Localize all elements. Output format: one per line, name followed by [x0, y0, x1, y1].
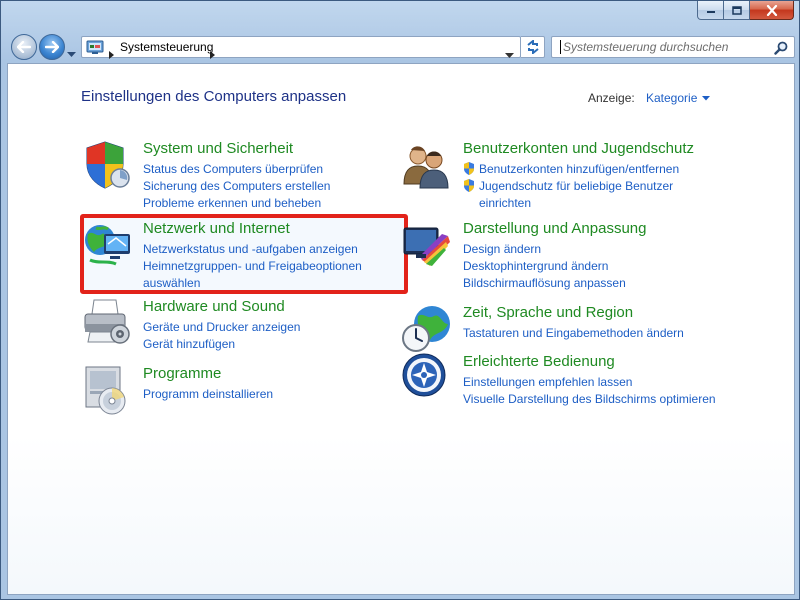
category-links: Geräte und Drucker anzeigen Gerät hinzuf…: [143, 319, 300, 353]
close-button[interactable]: [750, 1, 794, 20]
category-title[interactable]: Zeit, Sprache und Region: [463, 304, 633, 321]
recent-pages-dropdown[interactable]: [67, 43, 76, 62]
view-mode-value[interactable]: Kategorie: [646, 91, 697, 105]
category-clock-language-region: Zeit, Sprache und Region Tastaturen und …: [402, 304, 782, 354]
category-title[interactable]: System und Sicherheit: [143, 140, 293, 157]
breadcrumb-separator-icon[interactable]: [109, 44, 114, 63]
category-links: Einstellungen empfehlen lassen Visuelle …: [463, 374, 716, 408]
category-user-accounts: Benutzerkonten und Jugendschutz Benutzer…: [402, 140, 782, 210]
network-globe-icon: [82, 220, 132, 270]
task-link[interactable]: Desktophintergrund ändern: [463, 258, 626, 275]
search-input[interactable]: Systemsteuerung durchsuchen: [560, 40, 728, 54]
breadcrumb-control-panel[interactable]: Systemsteuerung: [120, 40, 213, 54]
task-link[interactable]: Jugendschutz für beliebige Benutzer: [463, 178, 679, 195]
task-link[interactable]: Einstellungen empfehlen lassen: [463, 374, 716, 391]
close-icon: [766, 4, 777, 16]
address-history-dropdown[interactable]: [505, 44, 514, 63]
category-hardware-sound: Hardware und Sound Geräte und Drucker an…: [82, 298, 402, 358]
arrow-left-icon: [17, 41, 31, 53]
control-panel-window: Systemsteuerung Systemsteuerung durchsuc…: [0, 0, 800, 600]
task-link[interactable]: Geräte und Drucker anzeigen: [143, 319, 300, 336]
task-link[interactable]: Sicherung des Computers erstellen: [143, 178, 330, 195]
navigation-bar: Systemsteuerung Systemsteuerung durchsuc…: [7, 31, 795, 61]
task-link[interactable]: Bildschirmauflösung anpassen: [463, 275, 626, 292]
display-color-icon: [402, 220, 452, 270]
breadcrumb-separator-icon[interactable]: [210, 44, 215, 63]
category-ease-of-access: Erleichterte Bedienung Einstellungen emp…: [402, 353, 782, 406]
task-link[interactable]: auswählen: [143, 275, 362, 292]
task-link[interactable]: Probleme erkennen und beheben: [143, 195, 330, 212]
control-panel-icon: [86, 39, 104, 59]
task-link[interactable]: Programm deinstallieren: [143, 386, 273, 403]
shield-icon: [82, 140, 132, 190]
category-programs: Programme Programm deinstallieren: [82, 365, 402, 415]
content-pane: Einstellungen des Computers anpassen Anz…: [7, 63, 795, 595]
uac-shield-icon: [464, 179, 474, 192]
refresh-icon: [526, 40, 539, 54]
uac-shield-icon: [464, 162, 474, 175]
view-label: Anzeige:: [588, 91, 635, 105]
category-links: Status des Computers überprüfen Sicherun…: [143, 161, 330, 212]
address-bar[interactable]: Systemsteuerung: [81, 36, 521, 59]
category-title[interactable]: Programme: [143, 365, 221, 382]
category-network-internet: Netzwerk und Internet Netzwerkstatus und…: [82, 220, 402, 290]
chevron-down-icon: [505, 53, 514, 58]
view-mode-dropdown[interactable]: Kategorie: [646, 91, 711, 105]
category-links: Programm deinstallieren: [143, 386, 273, 403]
search-box[interactable]: Systemsteuerung durchsuchen: [551, 36, 795, 58]
task-link[interactable]: Netzwerkstatus und -aufgaben anzeigen: [143, 241, 362, 258]
minimize-button[interactable]: [697, 1, 724, 20]
chevron-down-icon: [67, 52, 76, 57]
page-title: Einstellungen des Computers anpassen: [81, 88, 347, 105]
chevron-down-icon: [702, 95, 711, 100]
forward-button[interactable]: [39, 34, 65, 60]
category-title[interactable]: Netzwerk und Internet: [143, 220, 290, 237]
caption-buttons: [697, 1, 794, 21]
category-title[interactable]: Darstellung und Anpassung: [463, 220, 646, 237]
clock-globe-icon: [402, 304, 452, 354]
programs-disc-icon: [82, 365, 132, 415]
category-links: Design ändern Desktophintergrund ändern …: [463, 241, 626, 292]
arrow-right-icon: [45, 41, 59, 53]
task-link[interactable]: einrichten: [463, 195, 679, 212]
maximize-icon: [731, 5, 742, 15]
task-link[interactable]: Design ändern: [463, 241, 626, 258]
category-links: Benutzerkonten hinzufügen/entfernen Juge…: [463, 161, 679, 212]
category-title[interactable]: Erleichterte Bedienung: [463, 353, 615, 370]
search-icon[interactable]: [774, 40, 788, 59]
category-title[interactable]: Benutzerkonten und Jugendschutz: [463, 140, 694, 157]
category-system-security: System und Sicherheit Status des Compute…: [82, 140, 402, 210]
refresh-button[interactable]: [521, 36, 545, 58]
minimize-icon: [706, 11, 715, 13]
task-link[interactable]: Tastaturen und Eingabemethoden ändern: [463, 325, 684, 342]
task-link[interactable]: Status des Computers überprüfen: [143, 161, 330, 178]
task-link-label: Jugendschutz für beliebige Benutzer: [479, 179, 674, 193]
maximize-button[interactable]: [724, 1, 750, 20]
task-link[interactable]: Benutzerkonten hinzufügen/entfernen: [463, 161, 679, 178]
category-links: Netzwerkstatus und -aufgaben anzeigen He…: [143, 241, 362, 292]
task-link[interactable]: Visuelle Darstellung des Bildschirms opt…: [463, 391, 716, 408]
printer-icon: [82, 298, 132, 348]
task-link-label: Benutzerkonten hinzufügen/entfernen: [479, 162, 680, 176]
back-button[interactable]: [11, 34, 37, 60]
category-links: Tastaturen und Eingabemethoden ändern: [463, 325, 684, 342]
category-title[interactable]: Hardware und Sound: [143, 298, 285, 315]
task-link[interactable]: Gerät hinzufügen: [143, 336, 300, 353]
ease-of-access-icon: [402, 353, 452, 403]
users-icon: [402, 140, 452, 190]
category-appearance: Darstellung und Anpassung Design ändern …: [402, 220, 782, 290]
task-link[interactable]: Heimnetzgruppen- und Freigabeoptionen: [143, 258, 362, 275]
